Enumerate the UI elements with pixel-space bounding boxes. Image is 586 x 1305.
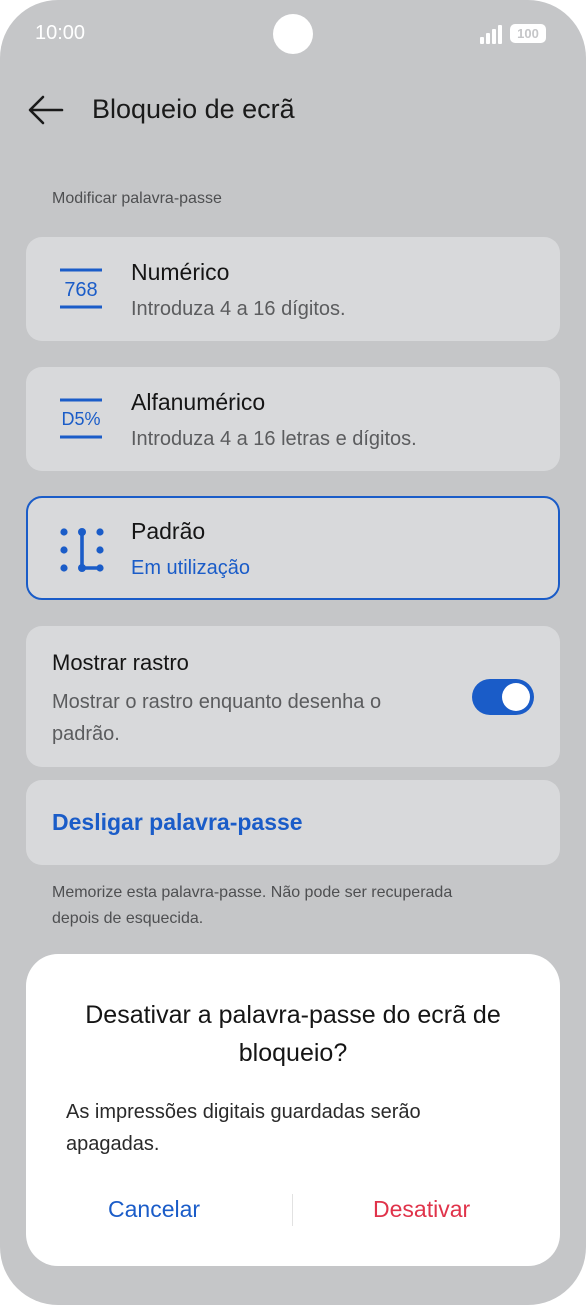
option-alphanumeric[interactable]: D5% Alfanumérico Introduza 4 a 16 letras… <box>26 367 560 471</box>
confirm-disable-button[interactable]: Desativar <box>373 1196 470 1223</box>
dialog-button-divider <box>292 1194 293 1226</box>
option-pattern[interactable]: Padrão Em utilização <box>26 496 560 600</box>
battery-level: 100 <box>517 26 539 41</box>
disable-password-label: Desligar palavra-passe <box>52 809 303 835</box>
alphanumeric-icon: D5% <box>58 397 102 441</box>
show-trace-card: Mostrar rastro Mostrar o rastro enquanto… <box>26 626 560 767</box>
disable-password-button[interactable]: Desligar palavra-passe <box>26 780 560 865</box>
page-title: Bloqueio de ecrã <box>92 94 295 124</box>
dialog-title: Desativar a palavra-passe do ecrã de blo… <box>85 1001 501 1067</box>
confirm-dialog: Desativar a palavra-passe do ecrã de blo… <box>26 954 560 1266</box>
option-title: Alfanumérico <box>131 389 266 415</box>
password-note: Memorize esta palavra-passe. Não pode se… <box>52 884 453 927</box>
pattern-icon <box>58 526 104 572</box>
option-subtitle: Introduza 4 a 16 letras e dígitos. <box>131 428 417 450</box>
dialog-message: As impressões digitais guardadas serão a… <box>66 1101 421 1155</box>
numeric-icon: 768 <box>58 267 102 311</box>
section-label: Modificar palavra-passe <box>52 190 222 207</box>
option-subtitle: Introduza 4 a 16 dígitos. <box>131 298 346 320</box>
status-time: 10:00 <box>35 22 86 44</box>
signal-icon <box>480 24 506 44</box>
option-title: Numérico <box>131 259 230 285</box>
camera-cutout <box>273 14 313 54</box>
show-trace-description: Mostrar o rastro enquanto desenha o padr… <box>52 691 382 745</box>
option-title: Padrão <box>131 518 206 544</box>
cancel-button[interactable]: Cancelar <box>108 1196 200 1223</box>
alphanumeric-icon-text: D5% <box>61 409 100 429</box>
show-trace-title: Mostrar rastro <box>52 650 189 675</box>
option-numeric[interactable]: 768 Numérico Introduza 4 a 16 dígitos. <box>26 237 560 341</box>
numeric-icon-text: 768 <box>64 279 97 301</box>
toggle-knob <box>502 683 530 711</box>
phone-screen: 10:00 100 Bloqueio de ecrã Modificar pal… <box>0 0 586 1305</box>
back-arrow-icon[interactable] <box>26 92 66 128</box>
option-status: Em utilização <box>131 557 250 579</box>
show-trace-toggle[interactable] <box>472 679 534 715</box>
battery-icon: 100 <box>510 24 546 43</box>
status-bar: 10:00 100 <box>0 0 586 70</box>
